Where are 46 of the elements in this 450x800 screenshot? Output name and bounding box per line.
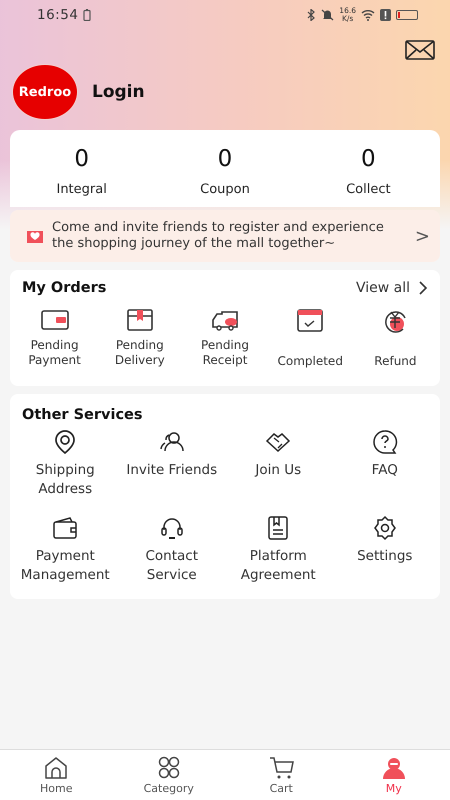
question-bubble-icon — [372, 429, 398, 455]
stat-label[interactable]: Collect — [346, 182, 391, 197]
wifi-icon — [361, 9, 375, 21]
stat-label[interactable]: Integral — [56, 182, 107, 197]
service-button[interactable]: Invite Friends — [118, 429, 225, 480]
order-status-button[interactable]: Pending Payment — [12, 306, 98, 376]
battery-icon — [396, 10, 418, 20]
service-button[interactable]: Platform Agreement — [225, 515, 332, 585]
tab-item[interactable]: My — [338, 750, 450, 800]
calendar-check-icon — [295, 306, 326, 334]
chevron-icon — [418, 281, 428, 295]
brand-logo: Redroo — [12, 64, 78, 120]
stat-value[interactable]: 0 — [218, 146, 232, 172]
invite-text: Come and invite friends to register and experience the shopping journey of the mall together~ — [52, 220, 385, 252]
wallet-icon — [52, 515, 78, 541]
login-button[interactable]: Login — [92, 82, 145, 102]
stat-value[interactable]: 0 — [361, 146, 376, 172]
status-time: 16:54 — [37, 7, 78, 23]
service-button[interactable]: Contact Service — [118, 515, 225, 585]
service-button[interactable]: Shipping Address — [12, 429, 118, 499]
tab-item[interactable]: Category — [112, 750, 225, 800]
cart-icon — [267, 756, 296, 780]
order-status-button[interactable]: Pending Delivery — [97, 306, 182, 376]
service-button[interactable]: FAQ — [332, 429, 438, 480]
order-status-button[interactable]: Refund — [352, 306, 438, 376]
service-button[interactable]: Payment Management — [12, 515, 118, 585]
service-button[interactable]: Settings — [332, 515, 438, 566]
section-title: My Orders — [22, 280, 106, 296]
alert-icon — [380, 9, 391, 21]
tab-item[interactable]: Home — [0, 750, 112, 800]
stat-label[interactable]: Coupon — [200, 182, 250, 197]
order-status-button[interactable]: Pending Receipt — [182, 306, 268, 376]
order-status-button[interactable]: Completed — [268, 306, 353, 376]
battery-saver-icon — [83, 9, 92, 21]
section-title: Other Services — [22, 407, 143, 423]
stat-value[interactable]: 0 — [74, 146, 89, 172]
tab-item[interactable]: Cart — [225, 750, 338, 800]
package-icon — [124, 306, 155, 334]
muted-bell-icon — [321, 9, 334, 21]
chevron-icon: > — [414, 226, 430, 246]
service-button[interactable]: Join Us — [225, 429, 332, 480]
view-all-link[interactable]: View all — [356, 280, 428, 296]
mail-icon[interactable] — [405, 40, 435, 60]
settings-icon — [372, 515, 398, 541]
bluetooth-icon — [306, 9, 316, 21]
invite-banner[interactable]: Come and invite friends to register and experience the shopping journey of the mall together~ > — [10, 210, 440, 262]
